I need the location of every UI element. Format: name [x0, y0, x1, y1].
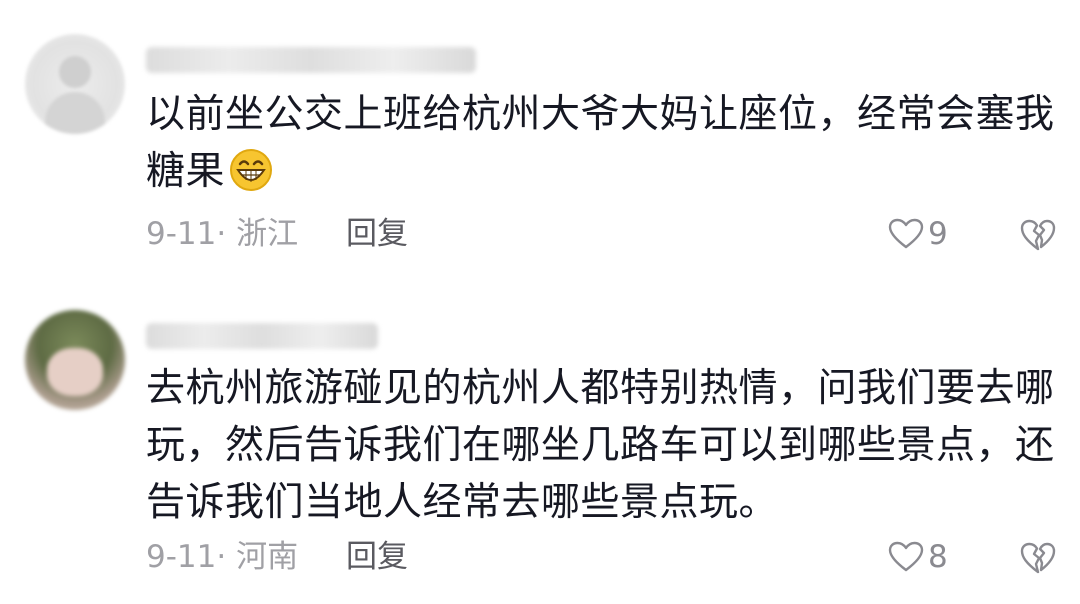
- comment-text-line: 玩，然后告诉我们在哪坐几路车可以到哪些景点，还: [146, 423, 1055, 468]
- meta-separator: ·: [216, 539, 237, 575]
- comment-item: 去杭州旅游碰见的杭州人都特别热情，问我们要去哪 玩，然后告诉我们在哪坐几路车可以…: [0, 0, 1080, 604]
- username-blurred[interactable]: [146, 323, 378, 349]
- comment-text-line: 告诉我们当地人经常去哪些景点玩。: [146, 480, 779, 525]
- heart-icon: [888, 541, 924, 572]
- comment-text-line: 去杭州旅游碰见的杭州人都特别热情，问我们要去哪: [146, 366, 1055, 411]
- comment-region: 河南: [236, 539, 299, 575]
- like-button[interactable]: 8: [888, 537, 948, 577]
- comment-meta: 9-11· 河南: [146, 537, 298, 577]
- broken-heart-icon[interactable]: [1020, 540, 1056, 576]
- like-count: 8: [928, 539, 948, 575]
- reply-button[interactable]: 回复: [346, 537, 408, 577]
- comment-text: 去杭州旅游碰见的杭州人都特别热情，问我们要去哪 玩，然后告诉我们在哪坐几路车可以…: [146, 360, 1056, 531]
- comment-date: 9-11: [146, 539, 217, 575]
- avatar[interactable]: [25, 310, 125, 410]
